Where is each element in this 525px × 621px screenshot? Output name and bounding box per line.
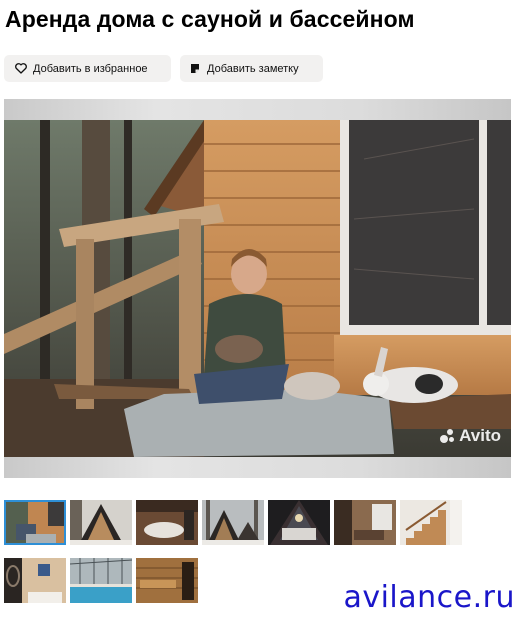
avito-watermark: Avito [440, 426, 501, 446]
listing-actions: Добавить в избранное Добавить заметку [4, 55, 323, 82]
note-icon [189, 63, 201, 75]
thumbnail-wooden-staircase[interactable] [400, 500, 462, 545]
heart-icon [15, 63, 27, 75]
add-note-label: Добавить заметку [207, 62, 299, 75]
thumbnail-living-room[interactable] [334, 500, 396, 545]
page-title: Аренда дома с сауной и бассейном [5, 6, 415, 32]
main-photo-image [4, 120, 511, 457]
avito-logo-icon [440, 429, 456, 443]
thumbnail-bathtub-room[interactable] [136, 500, 198, 545]
add-to-favorites-button[interactable]: Добавить в избранное [4, 55, 171, 82]
add-note-button[interactable]: Добавить заметку [180, 55, 323, 82]
thumbnail-indoor-pool[interactable] [70, 558, 132, 603]
thumbnail-a-frame-exterior[interactable] [70, 500, 132, 545]
thumbnail-bathroom-mirror[interactable] [4, 558, 66, 603]
thumbnail-sauna[interactable] [136, 558, 198, 603]
main-photo[interactable]: Avito [4, 99, 511, 478]
site-watermark: avilance.ru [343, 580, 515, 615]
add-to-favorites-label: Добавить в избранное [33, 62, 148, 75]
thumbnail-a-frame-forest[interactable] [202, 500, 264, 545]
thumbnail-a-frame-bedroom[interactable] [268, 500, 330, 545]
thumbnail-boy-with-rabbits[interactable] [4, 500, 66, 545]
avito-watermark-text: Avito [459, 426, 501, 445]
